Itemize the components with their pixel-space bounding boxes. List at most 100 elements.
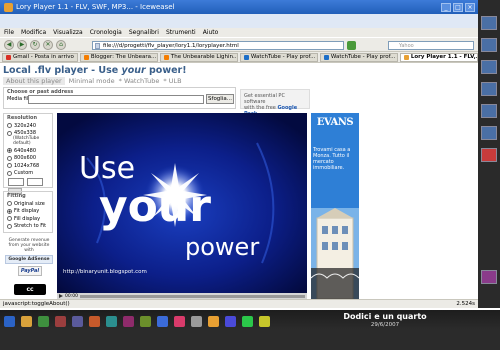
launcher-icon[interactable] — [55, 315, 66, 327]
tab-blogger-2[interactable]: The Unbearable Lighin... — [159, 52, 238, 62]
launcher-icon[interactable] — [259, 315, 270, 327]
launcher-icon[interactable] — [106, 315, 117, 327]
reload-icon[interactable]: ↻ — [30, 39, 40, 50]
radio-800[interactable]: 800x600 — [7, 155, 52, 161]
window-titlebar: Lory Player 1.1 - FLV, SWF, MP3... - Ice… — [0, 0, 478, 14]
fitting-title: Fitting — [7, 193, 26, 199]
close-button[interactable]: × — [465, 2, 475, 12]
radio-icon — [7, 130, 12, 136]
back-icon[interactable]: ◀ — [4, 39, 14, 50]
radio-icon — [7, 155, 12, 161]
tab-label: Blogger: The Unbeara... — [90, 53, 157, 60]
radio-label: Original size — [14, 200, 45, 207]
radio-label: Fill display — [14, 215, 41, 222]
watchtube-icon — [323, 54, 329, 60]
launcher-icon[interactable] — [225, 315, 236, 327]
paypal-button[interactable]: PayPal — [18, 266, 42, 276]
desktop-icon[interactable] — [481, 60, 497, 74]
launcher-icon[interactable] — [242, 315, 253, 327]
menu-bookmarks[interactable]: Segnalibri — [129, 29, 159, 36]
media-file-input[interactable] — [28, 95, 204, 104]
radio-label: Stretch to Fit — [14, 223, 47, 229]
maximize-button[interactable]: □ — [453, 2, 463, 12]
radio-fill[interactable]: Fill display — [7, 216, 52, 222]
url-bar[interactable]: file:///d/progetti/flv_player/lory1.1/lo… — [92, 41, 344, 50]
menu-view[interactable]: Visualizza — [53, 29, 83, 36]
window-title: Lory Player 1.1 - FLV, SWF, MP3... - Ice… — [16, 3, 175, 11]
taskbar-clock[interactable]: Dodici e un quarto — [340, 312, 430, 321]
launcher-icon[interactable] — [157, 315, 168, 327]
search-input[interactable]: Yahoo — [388, 41, 474, 50]
tab-label: Lory Player 1.1 - FLV,... — [410, 53, 478, 60]
nav-minimal[interactable]: Minimal mode — [69, 77, 115, 85]
radio-640[interactable]: 640x480 — [7, 148, 52, 154]
ad-copy: Trovami casa a Monza. Tutto il mercato i… — [313, 147, 351, 171]
launcher-icon[interactable] — [208, 315, 219, 327]
nav-watchtube[interactable]: * WatchTube — [119, 77, 160, 85]
radio-custom[interactable]: Custom — [7, 170, 52, 176]
stop-icon[interactable]: ✕ — [43, 39, 53, 50]
radio-label: 320x240 — [14, 122, 37, 129]
menu-history[interactable]: Cronologia — [90, 29, 122, 36]
nav-ulb[interactable]: * ULB — [163, 77, 181, 85]
google-pack-ad[interactable]: Get essential PC software with the free … — [240, 89, 310, 117]
desktop-icon[interactable] — [481, 148, 497, 162]
radio-1024[interactable]: 1024x768 — [7, 163, 52, 169]
tab-watchtube-1[interactable]: WatchTube - Play prof... — [239, 52, 318, 62]
creative-commons-badge[interactable]: cc — [14, 284, 46, 295]
browse-button[interactable]: Sfoglia... — [206, 94, 234, 104]
nav-about[interactable]: About this player — [3, 77, 65, 85]
menu-tools[interactable]: Strumenti — [166, 29, 196, 36]
launcher-icon[interactable] — [123, 315, 134, 327]
launcher-icon[interactable] — [72, 315, 83, 327]
launcher-icon[interactable] — [140, 315, 151, 327]
seek-bar[interactable] — [79, 294, 305, 298]
player-word-your: your — [99, 181, 211, 232]
desktop-icon[interactable] — [481, 16, 497, 30]
watchtube-icon — [243, 54, 249, 60]
forward-icon[interactable]: ▶ — [17, 39, 27, 50]
kde-menu-icon[interactable] — [4, 315, 15, 327]
tab-blogger-1[interactable]: Blogger: The Unbeara... — [79, 52, 158, 62]
desktop-icon[interactable] — [481, 82, 497, 96]
home-icon[interactable]: ⌂ — [56, 39, 66, 50]
desktop-icon[interactable] — [481, 126, 497, 140]
radio-icon — [7, 216, 12, 221]
adsense-promo[interactable]: Generate revenue from your website with … — [4, 238, 54, 264]
play-icon[interactable] — [59, 294, 63, 298]
radio-stretch[interactable]: Stretch to Fit — [7, 223, 52, 229]
radio-icon — [7, 170, 12, 176]
video-player[interactable]: Use your power http://binaryunit.blogspo… — [57, 113, 307, 293]
ad-brand: EVANS — [316, 117, 354, 128]
tab-gmail[interactable]: Gmail - Posta in arrivo — [2, 52, 78, 62]
go-icon[interactable] — [347, 41, 356, 50]
banner-ad[interactable]: EVANS Trovami casa a Monza. Tutto il mer… — [311, 113, 359, 299]
menu-help[interactable]: Aiuto — [203, 29, 219, 36]
adsense-line: from your website with — [8, 243, 50, 253]
desktop-icon[interactable] — [481, 38, 497, 52]
menu-edit[interactable]: Modifica — [21, 29, 46, 36]
tab-lory-player[interactable]: Lory Player 1.1 - FLV,... — [399, 52, 478, 62]
launcher-icon[interactable] — [89, 315, 100, 327]
launcher-icon[interactable] — [174, 315, 185, 327]
desktop-icon[interactable] — [481, 270, 497, 284]
adsense-logo[interactable]: Google AdSense — [5, 255, 53, 264]
menu-file[interactable]: File — [4, 29, 14, 36]
launcher-icon[interactable] — [191, 315, 202, 327]
launcher-icon[interactable] — [21, 315, 32, 327]
custom-width-input[interactable] — [8, 178, 24, 186]
page-nav: About this player Minimal mode * WatchTu… — [3, 77, 182, 85]
radio-icon — [7, 148, 12, 153]
radio-icon — [7, 163, 12, 168]
radio-fit[interactable]: Fit display — [7, 208, 52, 214]
radio-label: Custom — [14, 170, 34, 176]
tab-watchtube-2[interactable]: WatchTube - Play prof... — [319, 52, 398, 62]
resolution-title: Resolution — [7, 115, 38, 121]
radio-320[interactable]: 320x240 — [7, 123, 52, 129]
launcher-icon[interactable] — [38, 315, 49, 327]
minimize-button[interactable]: _ — [441, 2, 451, 12]
custom-height-input[interactable] — [27, 178, 43, 186]
file-chooser: Choose or past address Media file: Sfogl… — [3, 87, 236, 109]
radio-original[interactable]: Original size — [7, 201, 52, 207]
desktop-icon[interactable] — [481, 104, 497, 118]
